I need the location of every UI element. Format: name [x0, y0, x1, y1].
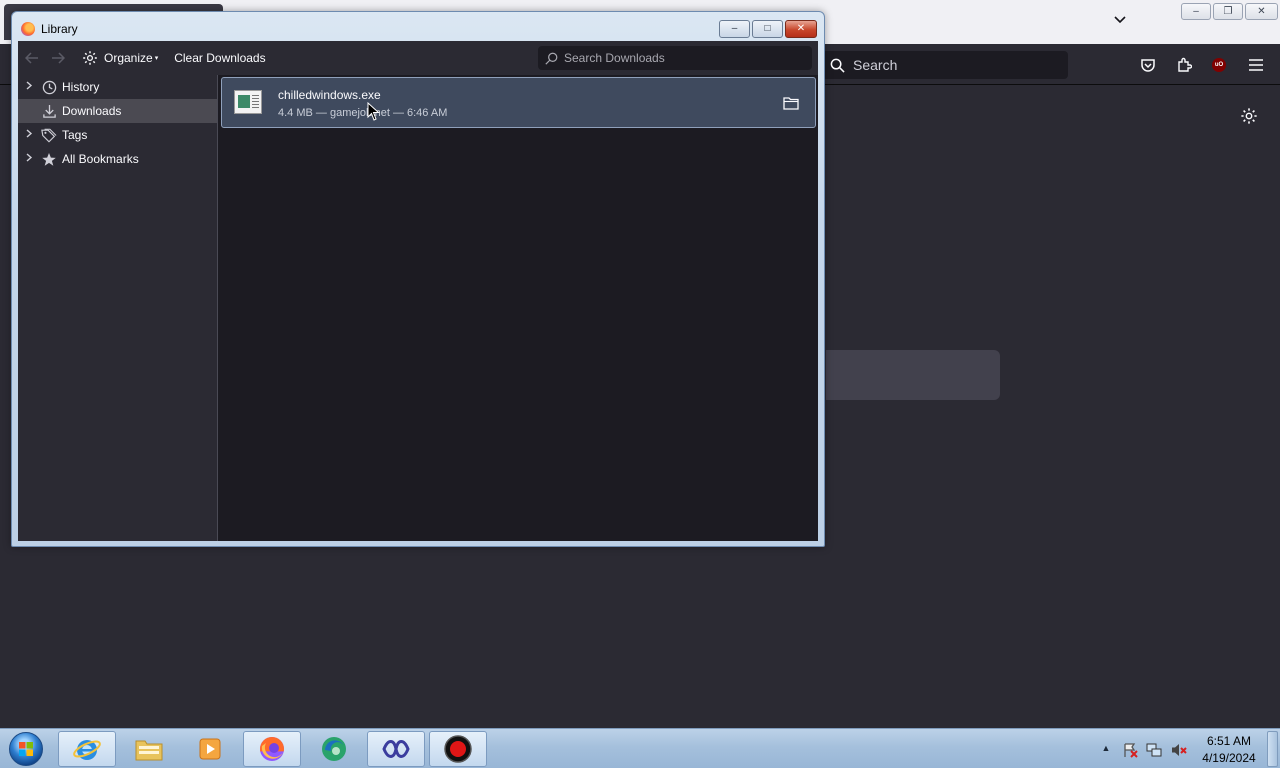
visual-studio-icon[interactable] [367, 731, 425, 767]
download-filename: chilledwindows.exe [278, 88, 381, 102]
browser-search-bar[interactable]: Search [822, 51, 1068, 79]
library-titlebar: Library – □ ✕ [12, 12, 824, 42]
gear-icon[interactable] [1237, 104, 1261, 128]
forward-button[interactable] [46, 46, 70, 70]
browser-restore-button[interactable]: ❐ [1213, 3, 1243, 20]
close-button[interactable]: ✕ [785, 20, 817, 38]
action-center-icon[interactable] [1122, 742, 1138, 758]
ublock-icon[interactable]: uO [1206, 52, 1232, 78]
folder-icon[interactable] [780, 92, 802, 114]
minimize-button[interactable]: – [719, 20, 750, 38]
media-player-icon[interactable] [181, 731, 239, 767]
sidebar-item-label: Tags [62, 128, 88, 142]
search-icon [830, 58, 845, 73]
chevron-down-icon: ▾ [154, 55, 159, 62]
download-icon [40, 102, 58, 120]
download-status: 4.4 MB — gamejolt.net — 6:46 AM [278, 107, 448, 119]
arrow-left-icon [25, 52, 38, 64]
sidebar-item-downloads[interactable]: Downloads [18, 99, 217, 123]
volume-muted-icon[interactable] [1171, 742, 1187, 758]
organize-button[interactable]: Organize ▾ [82, 50, 158, 66]
menu-icon[interactable] [1243, 52, 1269, 78]
clear-downloads-button[interactable]: Clear Downloads [174, 51, 265, 65]
windows-logo-icon [9, 732, 43, 766]
tag-icon [40, 126, 58, 144]
sidebar-item-label: All Bookmarks [62, 152, 139, 166]
edge-icon[interactable] [305, 731, 363, 767]
taskbar: ▲ 6:51 AM 4/19/2024 [0, 728, 1280, 768]
library-toolbar: Organize ▾ Clear Downloads Search Downlo… [18, 41, 818, 75]
chevron-right-icon[interactable] [18, 153, 40, 165]
file-explorer-icon[interactable] [120, 731, 178, 767]
arrow-right-icon [52, 52, 65, 64]
download-item[interactable]: chilledwindows.exe 4.4 MB — gamejolt.net… [221, 77, 816, 128]
clock-time[interactable]: 6:51 AM [1196, 734, 1262, 748]
browser-close-button[interactable]: ✕ [1245, 3, 1278, 20]
ublock-badge: uO [1212, 58, 1226, 72]
executable-file-icon [234, 90, 262, 114]
back-button[interactable] [20, 46, 44, 70]
network-icon[interactable] [1146, 742, 1162, 758]
newtab-tile[interactable] [826, 350, 1000, 400]
window-title: Library [41, 22, 78, 36]
sidebar-item-label: History [62, 80, 100, 94]
search-downloads-input[interactable]: Search Downloads [538, 46, 812, 70]
sidebar-item-label: Downloads [62, 104, 122, 118]
firefox-icon [21, 22, 35, 36]
library-sidebar: History Downloads Tags All Bookmarks [18, 75, 218, 541]
firefox-icon[interactable] [243, 731, 301, 767]
search-icon [545, 52, 558, 65]
organize-label: Organize [104, 51, 153, 65]
show-desktop-button[interactable] [1267, 731, 1278, 767]
internet-explorer-icon[interactable] [58, 731, 116, 767]
record-icon[interactable] [429, 731, 487, 767]
maximize-button[interactable]: □ [752, 20, 783, 38]
mouse-cursor [367, 102, 380, 121]
clock-date[interactable]: 4/19/2024 [1196, 751, 1262, 765]
clock-icon [40, 78, 58, 96]
downloads-list: chilledwindows.exe 4.4 MB — gamejolt.net… [219, 75, 818, 541]
sidebar-item-tags[interactable]: Tags [18, 123, 217, 147]
library-client-area: Organize ▾ Clear Downloads Search Downlo… [18, 41, 818, 541]
chevron-right-icon[interactable] [18, 81, 40, 93]
chevron-down-icon[interactable] [1108, 11, 1132, 33]
browser-minimize-button[interactable]: – [1181, 3, 1211, 20]
pocket-icon[interactable] [1135, 52, 1161, 78]
library-window: Library – □ ✕ Organize ▾ Clear Downloads… [11, 11, 825, 547]
gear-icon [83, 51, 97, 65]
sidebar-item-history[interactable]: History [18, 75, 217, 99]
extensions-icon[interactable] [1171, 52, 1197, 78]
star-icon [40, 150, 58, 168]
show-hidden-icons-button[interactable]: ▲ [1099, 741, 1113, 755]
browser-search-placeholder: Search [853, 57, 898, 73]
sidebar-item-all-bookmarks[interactable]: All Bookmarks [18, 147, 217, 171]
chevron-right-icon[interactable] [18, 129, 40, 141]
search-placeholder: Search Downloads [564, 51, 665, 65]
start-button[interactable] [6, 731, 46, 767]
